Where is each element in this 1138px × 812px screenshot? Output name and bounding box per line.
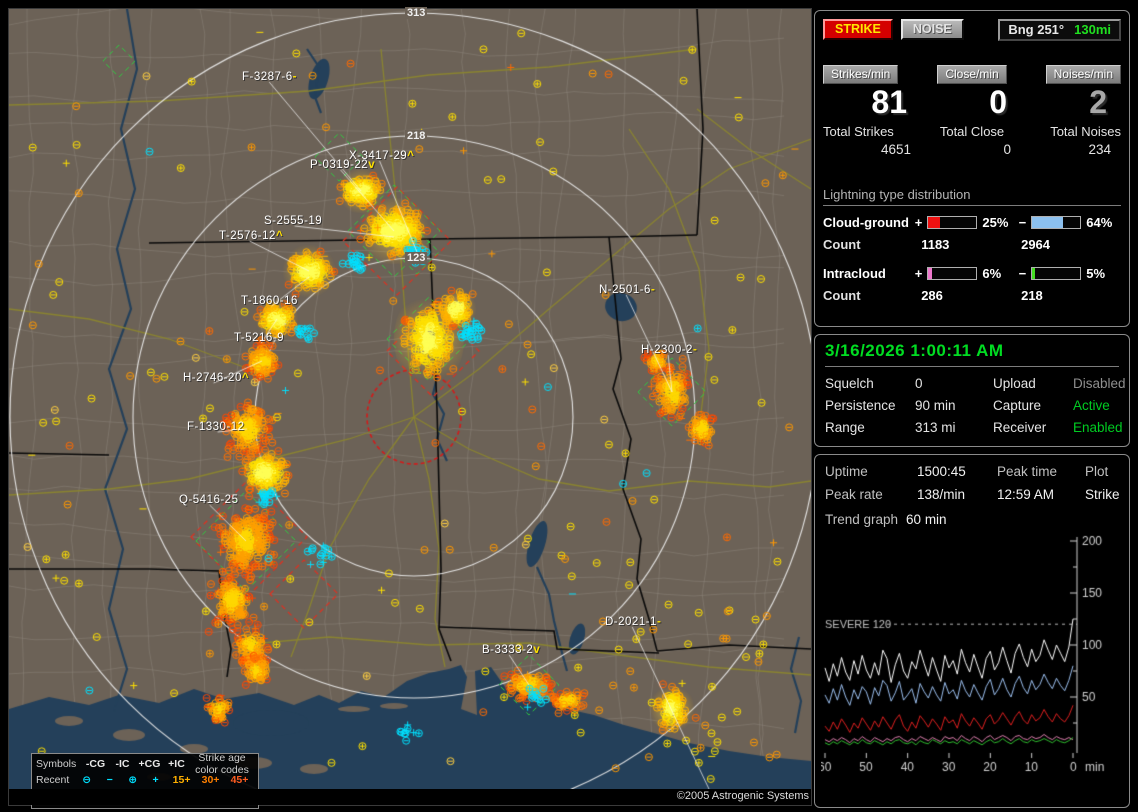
map-canvas[interactable] <box>9 9 811 789</box>
count-label: Count <box>823 237 921 252</box>
noise-mode-button[interactable]: NOISE <box>901 19 964 40</box>
cg-negative-count: 2964 <box>1021 237 1121 252</box>
radar-map[interactable]: F-3287-6-X-3417-29^P-0319-22vS-2555-19T-… <box>8 8 812 806</box>
capture-label: Capture <box>993 398 1073 413</box>
legend-row-recent: Recent⊖−⊕+15+30+45+ <box>36 772 254 788</box>
legend-age-header: Strike age color codes <box>190 752 254 776</box>
session-grid: Uptime 1500:45 Peak time Plot Peak rate … <box>825 464 1119 502</box>
legend-pos-cg-symbol: ⊕ <box>121 774 144 786</box>
peak-rate-label: Peak rate <box>825 487 917 502</box>
intracloud-row: Intracloud + 6% − 5% <box>823 266 1121 281</box>
plot-label: Plot <box>1085 464 1120 479</box>
ic-negative-bar <box>1031 267 1082 280</box>
peak-rate-value: 138/min <box>917 487 997 502</box>
status-panel: 3/16/2026 1:00:11 AM Squelch 0 Upload Di… <box>814 334 1130 447</box>
capture-value: Active <box>1073 398 1126 413</box>
total-close-label: Total Close <box>923 124 1021 139</box>
cg-negative-bar <box>1031 216 1082 229</box>
ic-positive-percent: 6% <box>980 266 1017 281</box>
total-noises-value: 234 <box>1023 142 1121 157</box>
count-label: Count <box>823 288 921 303</box>
legend-col-neg-ic: -IC <box>109 758 136 770</box>
noises-per-min-label: Noises/min <box>1046 65 1121 84</box>
sidebar: STRIKE NOISE Bng 251° 130mi Strikes/min 8… <box>814 8 1132 808</box>
upload-label: Upload <box>993 376 1073 391</box>
close-per-min-label: Close/min <box>937 65 1006 84</box>
noises-per-min-value: 2 <box>1023 84 1121 120</box>
uptime-value: 1500:45 <box>917 464 997 479</box>
rate-counters: Strikes/min 81 Total Strikes 4651 Close/… <box>823 65 1121 157</box>
squelch-label: Squelch <box>825 376 915 391</box>
receiver-value: Enabled <box>1073 420 1126 435</box>
legend-age-chip: 30+ <box>196 774 225 786</box>
bearing-display: Bng 251° 130mi <box>998 19 1121 41</box>
total-noises-label: Total Noises <box>1023 124 1121 139</box>
intracloud-count-row: Count 286 218 <box>823 288 1121 303</box>
range-label: Range <box>825 420 915 435</box>
cg-positive-count: 1183 <box>921 237 1021 252</box>
noises-per-min-column: Noises/min 2 Total Noises 234 <box>1023 65 1121 157</box>
legend-age-chip: 45+ <box>225 774 254 786</box>
legend-neg-ic-symbol: − <box>98 774 121 786</box>
map-status-bar: ©2005 Astrogenic Systems <box>9 789 811 805</box>
ic-positive-count: 286 <box>921 288 1021 303</box>
close-per-min-value: 0 <box>923 84 1021 120</box>
trend-graph-label: Trend graph <box>825 512 898 527</box>
cg-positive-percent: 25% <box>980 215 1017 230</box>
receiver-label: Receiver <box>993 420 1073 435</box>
minus-sign: − <box>1017 215 1027 230</box>
intracloud-label: Intracloud <box>823 266 913 281</box>
peak-time-label: Peak time <box>997 464 1085 479</box>
legend-pos-ic-symbol: + <box>144 774 167 786</box>
total-strikes-label: Total Strikes <box>823 124 921 139</box>
copyright-text: ©2005 Astrogenic Systems <box>677 790 809 802</box>
total-close-value: 0 <box>923 142 1021 157</box>
trend-graph-value: 60 min <box>906 512 947 527</box>
cg-positive-bar <box>927 216 978 229</box>
cg-negative-percent: 64% <box>1084 215 1121 230</box>
legend-col-pos-ic: +IC <box>163 758 190 770</box>
cloud-ground-count-row: Count 1183 2964 <box>823 237 1121 252</box>
counters-panel: STRIKE NOISE Bng 251° 130mi Strikes/min 8… <box>814 10 1130 327</box>
legend-col-pos-cg: +CG <box>136 758 163 770</box>
legend-age-chip: 15+ <box>167 774 196 786</box>
plot-value: Strike <box>1085 487 1120 502</box>
status-grid: Squelch 0 Upload Disabled Persistence 90… <box>825 376 1119 435</box>
app-window: F-3287-6-X-3417-29^P-0319-22vS-2555-19T-… <box>0 0 1138 812</box>
close-per-min-column: Close/min 0 Total Close 0 <box>923 65 1021 157</box>
strikes-per-min-column: Strikes/min 81 Total Strikes 4651 <box>823 65 921 157</box>
legend-symbols-header: Symbols <box>36 758 82 770</box>
bearing-value: Bng 251° <box>1008 22 1064 37</box>
minus-sign: − <box>1017 266 1027 281</box>
peak-time-value: 12:59 AM <box>997 487 1085 502</box>
range-value: 313 mi <box>915 420 993 435</box>
cloud-ground-label: Cloud-ground <box>823 215 913 230</box>
datetime-display: 3/16/2026 1:00:11 AM <box>825 341 1119 367</box>
persistence-label: Persistence <box>825 398 915 413</box>
mode-button-row: STRIKE NOISE Bng 251° 130mi <box>823 19 1121 41</box>
ic-positive-bar <box>927 267 978 280</box>
trend-panel: Uptime 1500:45 Peak time Plot Peak rate … <box>814 454 1130 808</box>
upload-value: Disabled <box>1073 376 1126 391</box>
ic-negative-count: 218 <box>1021 288 1121 303</box>
cloud-ground-row: Cloud-ground + 25% − 64% <box>823 215 1121 230</box>
persistence-value: 90 min <box>915 398 993 413</box>
legend-neg-cg-symbol: ⊖ <box>75 774 98 786</box>
trend-graph-row: Trend graph 60 min <box>825 512 1119 527</box>
distance-value: 130mi <box>1074 22 1111 37</box>
ic-negative-percent: 5% <box>1084 266 1121 281</box>
strikes-per-min-label: Strikes/min <box>823 65 898 84</box>
strike-mode-button[interactable]: STRIKE <box>823 19 893 40</box>
plus-sign: + <box>913 215 923 230</box>
uptime-label: Uptime <box>825 464 917 479</box>
squelch-value: 0 <box>915 376 993 391</box>
total-strikes-value: 4651 <box>823 142 921 157</box>
strikes-per-min-value: 81 <box>823 84 921 120</box>
legend-header-row: Symbols -CG -IC +CG +IC Strike age color… <box>36 756 254 772</box>
plus-sign: + <box>913 266 923 281</box>
trend-graph-canvas <box>821 531 1123 781</box>
legend-col-neg-cg: -CG <box>82 758 109 770</box>
distribution-title: Lightning type distribution <box>823 187 1121 206</box>
